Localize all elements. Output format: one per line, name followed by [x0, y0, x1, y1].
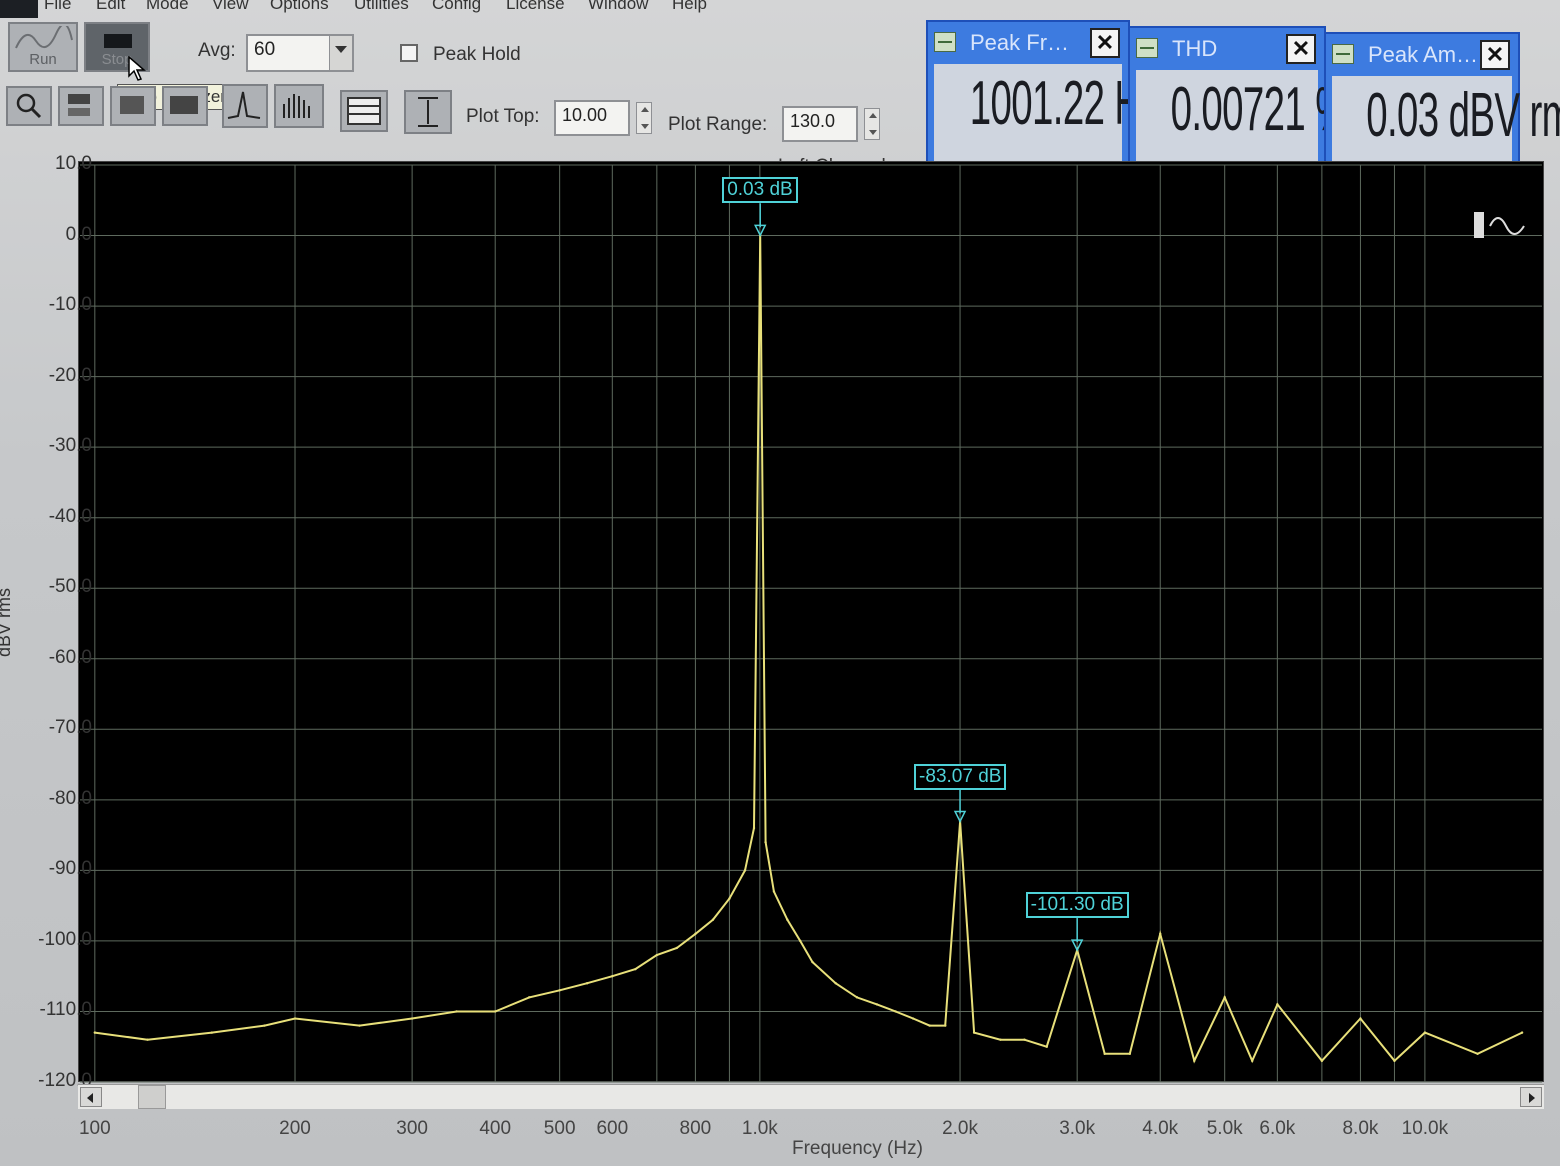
y-tick-label: -100.0	[38, 928, 92, 950]
trace-point	[764, 840, 767, 844]
trace-point	[728, 897, 731, 900]
trace-point	[1251, 1059, 1254, 1063]
trace-point	[743, 869, 747, 872]
y-tick-label: -110.0	[39, 999, 92, 1021]
trace-point	[494, 1010, 497, 1013]
trace-point	[611, 974, 614, 978]
scroll-left-button[interactable]	[80, 1087, 102, 1107]
y-tick-label: -40.0	[48, 505, 92, 527]
scroll-right-button[interactable]	[1520, 1087, 1542, 1107]
trace-point	[1359, 1017, 1362, 1020]
trace-point	[1423, 1031, 1427, 1034]
trace-point	[944, 1024, 947, 1027]
x-tick-label: 2.0k	[942, 1118, 979, 1139]
trace-point	[146, 1038, 149, 1041]
x-tick-label: 400	[479, 1118, 512, 1139]
marker-label[interactable]: -101.30 dB	[1025, 892, 1129, 919]
x-tick-label: 800	[679, 1118, 712, 1139]
trace-point	[455, 1010, 458, 1013]
trace-point	[1159, 932, 1162, 936]
trace-point	[786, 918, 789, 921]
y-tick-label: 10.0	[55, 153, 92, 174]
trace-point	[210, 1031, 214, 1034]
trace-point	[772, 890, 776, 893]
horizontal-scrollbar[interactable]	[78, 1084, 1544, 1109]
trace-point	[293, 1017, 297, 1020]
trace-point	[263, 1024, 266, 1027]
x-axis-label: Frequency (Hz)	[792, 1138, 923, 1159]
trace-point	[972, 1031, 976, 1034]
trace-point	[358, 1024, 361, 1027]
scroll-thumb[interactable]	[138, 1085, 166, 1109]
x-tick-label: 3.0k	[1059, 1118, 1096, 1139]
trace-point	[1023, 1038, 1026, 1041]
trace-point	[1476, 1052, 1479, 1055]
trace-point	[558, 989, 561, 992]
trace-point	[1276, 1003, 1279, 1006]
trace-point	[999, 1038, 1002, 1041]
trace-point	[1128, 1052, 1132, 1055]
x-tick-label: 100	[78, 1118, 111, 1139]
x-tick-label: 600	[596, 1118, 629, 1139]
y-tick-label: -30.0	[48, 435, 92, 457]
trace-point	[1193, 1059, 1196, 1063]
y-tick-label: -10.0	[48, 294, 92, 316]
spectrum-trace	[94, 235, 1523, 1064]
trace-point	[1223, 996, 1226, 999]
y-tick-label: -70.0	[48, 717, 92, 739]
trace-point	[694, 932, 697, 936]
trace-point	[1520, 1031, 1524, 1034]
trace-point	[911, 1017, 915, 1020]
marker-label[interactable]: -83.07 dB	[914, 763, 1007, 790]
trace-point	[675, 946, 678, 950]
y-tick-label: -50.0	[48, 576, 92, 598]
trace-point	[410, 1017, 414, 1020]
trace-point	[834, 982, 837, 985]
trace-point	[93, 1031, 97, 1034]
trace-point	[799, 939, 802, 943]
marker-label[interactable]: 0.03 dB	[722, 177, 798, 204]
y-tick-label: -90.0	[48, 858, 92, 880]
x-tick-label: 8.0k	[1342, 1118, 1379, 1139]
trace-point	[528, 996, 531, 999]
x-tick-label: 4.0k	[1142, 1118, 1179, 1139]
y-tick-label: -20.0	[48, 364, 92, 386]
trace-point	[928, 1024, 931, 1027]
trace-point	[634, 967, 637, 971]
trace-point	[585, 982, 589, 985]
trace-point	[1103, 1052, 1106, 1055]
trace-point	[711, 918, 715, 921]
trace-point	[1320, 1059, 1324, 1063]
y-tick-label: -60.0	[48, 646, 92, 668]
trace-point	[1393, 1059, 1396, 1063]
x-tick-label: 300	[396, 1118, 428, 1139]
x-tick-label: 200	[279, 1118, 311, 1139]
x-tick-label: 5.0k	[1206, 1118, 1243, 1139]
trace-point	[752, 826, 756, 830]
trace-point	[655, 953, 659, 957]
x-tick-label: 500	[543, 1118, 576, 1139]
trace-point	[811, 960, 814, 964]
x-tick-label: 10.0k	[1401, 1118, 1449, 1139]
y-tick-label: -80.0	[48, 787, 92, 809]
trace-point	[894, 1010, 897, 1013]
spectrum-plot	[80, 164, 1542, 1083]
analyzer-window: File Edit Mode View Options Utilities Co…	[0, 0, 1560, 1166]
y-tick-label: 0.0	[65, 223, 92, 245]
x-tick-label: 1.0k	[741, 1118, 778, 1139]
trace-point	[1045, 1045, 1048, 1048]
trace-point	[855, 996, 859, 999]
x-tick-label: 6.0k	[1259, 1118, 1296, 1139]
generator-sine-icon[interactable]	[1470, 208, 1530, 244]
trace-point	[875, 1003, 879, 1006]
